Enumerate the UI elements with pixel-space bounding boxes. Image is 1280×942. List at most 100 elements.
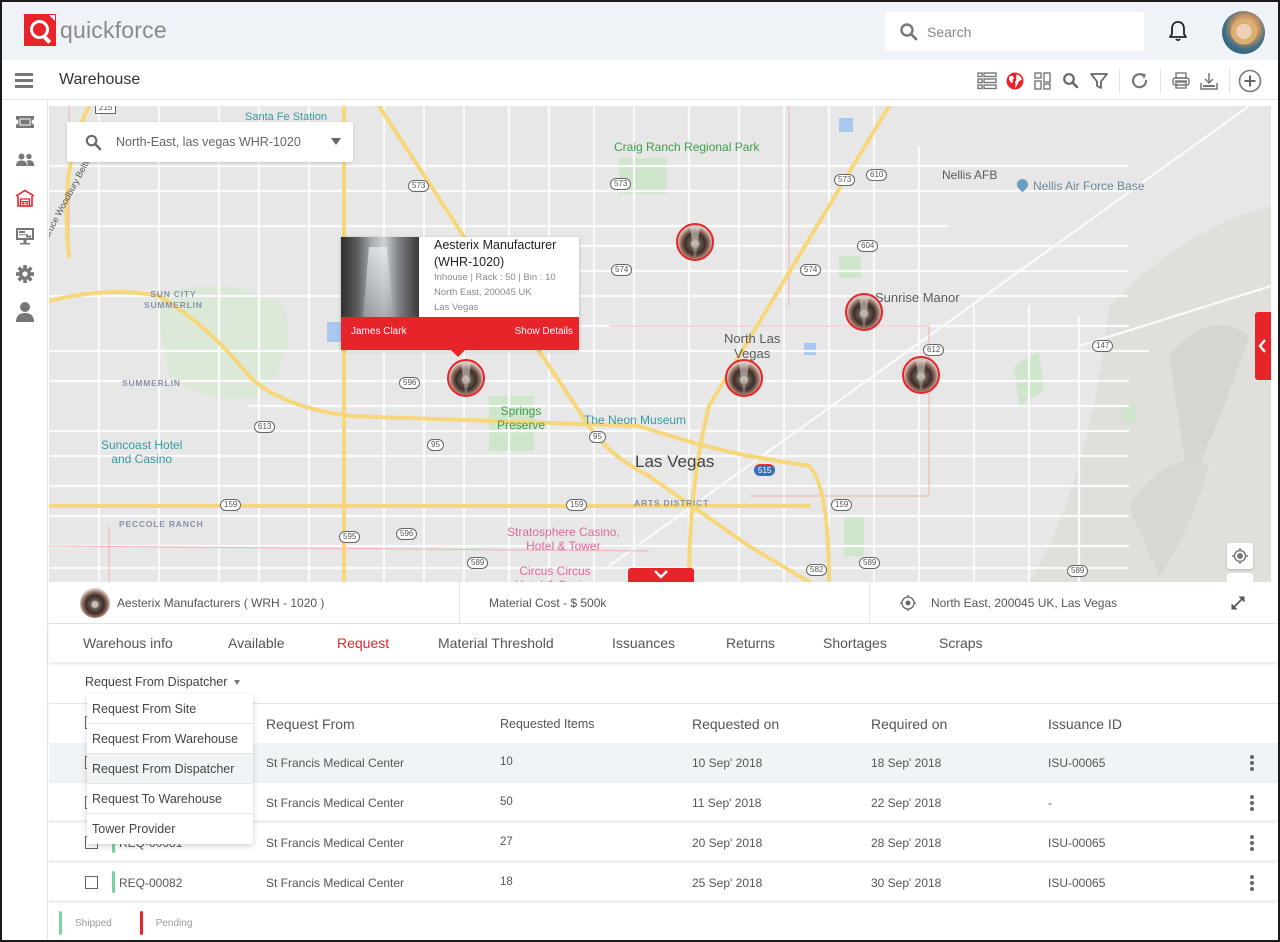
tab-warehouse-info[interactable]: Warehous info xyxy=(83,635,173,651)
popup-address: North East, 200045 UK xyxy=(434,287,532,298)
logo[interactable]: quickforce xyxy=(24,14,167,46)
route-shield: 612 xyxy=(923,344,945,356)
tab-available[interactable]: Available xyxy=(228,635,285,651)
route-shield: 573 xyxy=(834,174,856,186)
dropdown-option-tower-provider[interactable]: Tower Provider xyxy=(87,814,253,844)
sidebar-item-dashboard[interactable] xyxy=(13,110,37,134)
dropdown-option-to-warehouse[interactable]: Request To Warehouse xyxy=(87,784,253,814)
sidebar-item-settings[interactable] xyxy=(13,262,37,286)
warehouse-marker[interactable] xyxy=(447,359,485,397)
grid-view-button[interactable] xyxy=(1029,68,1057,94)
column-header-issuance-id[interactable]: Issuance ID xyxy=(1048,716,1122,732)
more-options-icon[interactable] xyxy=(1250,875,1254,891)
request-id[interactable]: REQ-00082 xyxy=(119,876,182,890)
requested-items: 10 xyxy=(500,756,513,768)
search-button[interactable] xyxy=(1057,68,1085,94)
route-shield: 589 xyxy=(467,557,489,569)
more-options-icon[interactable] xyxy=(1250,835,1254,851)
map-label-nellis-base: Nellis Air Force Base xyxy=(1014,176,1144,193)
route-shield: 95 xyxy=(427,439,444,451)
issuance-id: ISU-00065 xyxy=(1048,876,1106,890)
dropdown-option-warehouse[interactable]: Request From Warehouse xyxy=(87,724,253,754)
requested-items: 18 xyxy=(500,876,513,888)
caret-down-icon[interactable] xyxy=(331,138,341,145)
sidebar-item-warehouse[interactable] xyxy=(13,186,37,210)
user-avatar[interactable] xyxy=(1222,11,1265,54)
tab-shortages[interactable]: Shortages xyxy=(823,635,887,651)
tab-scraps[interactable]: Scraps xyxy=(939,635,983,651)
map-view[interactable]: Craig Ranch Regional Park Nellis AFB Nel… xyxy=(49,106,1271,582)
warehouse-marker[interactable] xyxy=(902,356,940,394)
toolbar-divider xyxy=(1160,69,1161,93)
column-header-required-on[interactable]: Required on xyxy=(871,716,947,732)
add-button[interactable] xyxy=(1236,68,1264,94)
divider xyxy=(869,582,870,624)
tab-issuances[interactable]: Issuances xyxy=(612,635,675,651)
map-collapse-button[interactable] xyxy=(628,568,694,582)
page-title: Warehouse xyxy=(59,71,141,88)
map-label-stratosphere: Stratosphere Casino, Hotel & Tower xyxy=(507,525,620,553)
tab-material-threshold[interactable]: Material Threshold xyxy=(438,635,554,651)
sidebar-item-users[interactable] xyxy=(13,148,37,172)
interstate-shield: 515 xyxy=(754,464,776,476)
column-header-requested-on[interactable]: Requested on xyxy=(692,716,779,732)
bell-icon[interactable] xyxy=(1167,19,1189,43)
column-header-request-from[interactable]: Request From xyxy=(266,716,355,732)
caret-down-icon xyxy=(234,679,241,685)
users-icon xyxy=(16,153,34,166)
more-options-icon[interactable] xyxy=(1250,795,1254,811)
table-row[interactable]: REQ-00082 St Francis Medical Center 18 2… xyxy=(49,863,1278,903)
map-view-button[interactable] xyxy=(1001,68,1029,94)
required-on: 22 Sep' 2018 xyxy=(871,796,942,810)
user-icon xyxy=(16,302,34,322)
warehouse-marker[interactable] xyxy=(725,359,763,397)
global-search[interactable] xyxy=(885,12,1144,51)
warehouse-marker[interactable] xyxy=(845,293,883,331)
ticket-icon xyxy=(16,116,34,128)
map-label-sun-city: SUN CITY SUMMERLIN xyxy=(144,289,203,310)
route-shield: 610 xyxy=(866,169,888,181)
print-button[interactable] xyxy=(1167,68,1195,94)
search-input[interactable] xyxy=(927,23,1127,40)
filter-selected-value: Request From Dispatcher xyxy=(85,675,228,689)
zoom-control[interactable] xyxy=(1227,573,1253,582)
map-label-suncoast: Suncoast Hotel and Casino xyxy=(101,438,183,466)
route-shield: 613 xyxy=(254,421,276,433)
sidebar-item-profile[interactable] xyxy=(13,300,37,324)
route-shield: 215 xyxy=(95,106,117,114)
download-button[interactable] xyxy=(1195,68,1223,94)
sidebar-item-monitor[interactable] xyxy=(13,224,37,248)
panel-expand-button[interactable] xyxy=(1255,312,1271,380)
warehouse-marker[interactable] xyxy=(676,223,714,261)
show-details-link[interactable]: Show Details xyxy=(515,326,573,337)
expand-icon[interactable] xyxy=(1229,594,1247,612)
request-type-filter[interactable]: Request From Dispatcher xyxy=(85,675,241,689)
dropdown-option-dispatcher[interactable]: Request From Dispatcher xyxy=(87,754,253,784)
route-shield: 95 xyxy=(589,431,606,443)
tab-request[interactable]: Request xyxy=(337,635,389,651)
popup-city: Las Vegas xyxy=(434,302,479,313)
tab-returns[interactable]: Returns xyxy=(726,635,775,651)
more-options-icon[interactable] xyxy=(1250,755,1254,771)
list-view-icon xyxy=(977,72,997,90)
column-header-requested-items[interactable]: Requested Items xyxy=(500,717,595,731)
filter-button[interactable] xyxy=(1085,68,1113,94)
route-shield: 573 xyxy=(610,178,632,190)
map-label-nellis-afb: Nellis AFB xyxy=(942,168,998,182)
map-location-search[interactable]: North-East, las vegas WHR-1020 xyxy=(67,122,353,162)
refresh-icon xyxy=(1131,73,1148,89)
row-checkbox[interactable] xyxy=(85,876,98,889)
route-shield: 159 xyxy=(831,499,853,511)
list-view-button[interactable] xyxy=(973,68,1001,94)
refresh-button[interactable] xyxy=(1126,68,1154,94)
popup-rack-info: Inhouse | Rack : 50 | Bin : 10 xyxy=(434,272,556,283)
warehouse-icon xyxy=(15,189,35,207)
chevron-down-icon xyxy=(654,570,668,579)
requested-on: 10 Sep' 2018 xyxy=(692,756,763,770)
my-location-button[interactable] xyxy=(1227,543,1253,569)
monitor-icon xyxy=(16,228,34,245)
issuance-id: ISU-00065 xyxy=(1048,756,1106,770)
popup-title: Aesterix Manufacturer (WHR-1020) xyxy=(434,238,557,269)
hamburger-menu-icon[interactable] xyxy=(15,73,33,88)
dropdown-option-site[interactable]: Request From Site xyxy=(87,694,253,724)
